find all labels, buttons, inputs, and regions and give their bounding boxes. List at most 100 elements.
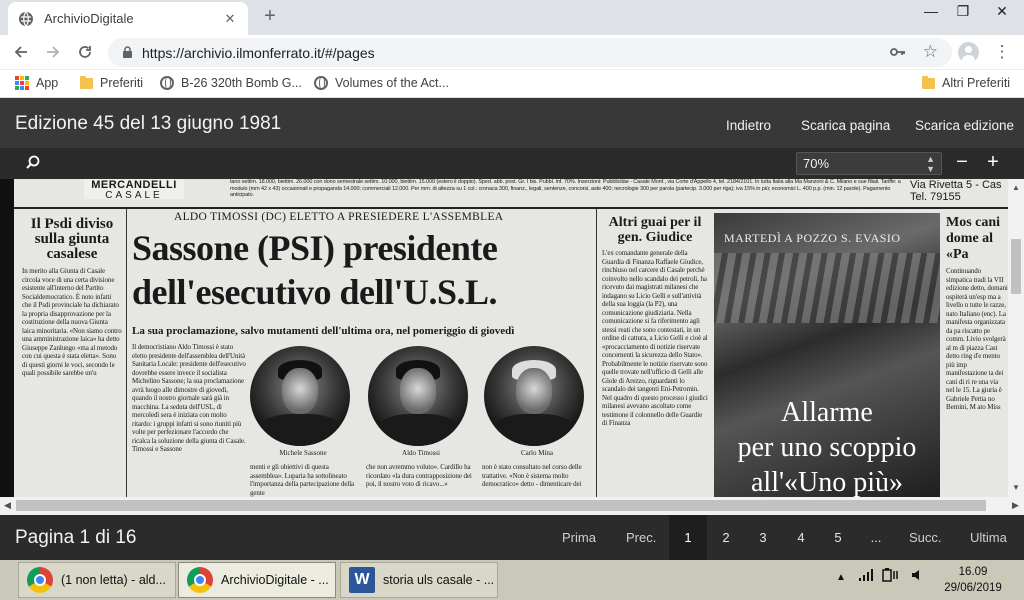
bookmark-b26[interactable]: B-26 320th Bomb G... xyxy=(160,76,302,90)
windows-taskbar: (1 non letta) - ald... ArchivioDigitale … xyxy=(0,560,1024,600)
page-viewport[interactable]: MERCANDELLI CASALE tano settim. 18.000, … xyxy=(0,179,1024,515)
bookmark-label: Altri Preferiti xyxy=(942,76,1011,90)
scrollbar-thumb[interactable] xyxy=(1011,239,1021,294)
far-right-headline: Mos cani dome al «Pa xyxy=(946,215,1001,262)
scroll-up-icon[interactable]: ▲ xyxy=(1012,183,1020,192)
zoom-in-button[interactable]: + xyxy=(981,150,1005,176)
photo-sassone xyxy=(250,346,350,446)
reload-icon[interactable] xyxy=(72,39,98,65)
col-divider xyxy=(596,209,597,497)
left-body: In merito alla Giunta di Casale circola … xyxy=(22,267,122,377)
photo-mina xyxy=(484,346,584,446)
col-divider xyxy=(126,209,127,497)
page-number-4[interactable]: 4 xyxy=(782,515,820,560)
globe-icon xyxy=(19,11,33,26)
bookmark-altri-preferiti[interactable]: Altri Preferiti xyxy=(922,75,1011,90)
page-info: Pagina 1 di 16 xyxy=(15,527,137,548)
page-number-2[interactable]: 2 xyxy=(707,515,745,560)
globe-icon xyxy=(314,76,328,90)
horizontal-scrollbar[interactable]: ◀ ▶ xyxy=(0,497,1024,515)
back-arrow-icon[interactable] xyxy=(8,39,34,65)
lock-icon xyxy=(123,46,132,58)
far-right-article: Mos cani dome al «Pa Continuando simpati… xyxy=(946,215,1008,497)
browser-tab[interactable]: ArchivioDigitale ✕ xyxy=(8,2,248,35)
bookmark-label: B-26 320th Bomb G... xyxy=(181,76,302,90)
minimize-button[interactable]: — xyxy=(913,0,949,22)
ad-right-address: Via Rivetta 5 - Cas xyxy=(910,179,1002,191)
clock-time: 16.09 xyxy=(958,566,988,578)
zoom-out-button[interactable]: − xyxy=(950,150,974,176)
bookmark-volumes[interactable]: Volumes of the Act... xyxy=(314,76,449,90)
page-number-3[interactable]: 3 xyxy=(744,515,782,560)
volume-icon[interactable] xyxy=(910,568,924,585)
scroll-down-icon[interactable]: ▼ xyxy=(1012,483,1020,492)
word-icon: W xyxy=(349,567,375,593)
right-article: Altri guai per il gen. Giudice L'ex coma… xyxy=(602,215,708,497)
ad-mercandelli: MERCANDELLI CASALE xyxy=(84,179,184,199)
apps-grid-icon xyxy=(15,76,29,90)
restore-button[interactable]: ❐ xyxy=(945,0,981,22)
alarm-line2: per uno scoppio xyxy=(737,432,917,463)
photo-caption: MARTEDÌ A POZZO S. EVASIO xyxy=(724,231,901,245)
ad-right: Via Rivetta 5 - Cas Tel. 79155 xyxy=(910,179,1008,205)
taskbar-item-word[interactable]: W storia uls casale - ... xyxy=(340,562,498,598)
viewer-toolbar: 70% ▲ ▼ − + xyxy=(0,148,1024,179)
taskbar-item-chrome-archivio[interactable]: ArchivioDigitale - ... xyxy=(178,562,336,598)
bookmark-preferiti[interactable]: Preferiti xyxy=(80,75,144,90)
explosion-photo: MARTEDÌ A POZZO S. EVASIO Allarme per un… xyxy=(714,213,940,497)
download-edition-link[interactable]: Scarica edizione xyxy=(915,118,1014,133)
right-body: L'ex comandante generale della Guardia d… xyxy=(602,249,708,427)
bookmark-label: Preferiti xyxy=(100,76,144,90)
scroll-right-icon[interactable]: ▶ xyxy=(1012,500,1019,511)
main-body: Il democristiano Aldo Timossi è stato el… xyxy=(132,343,246,453)
left-article: Il Psdi diviso sulla giunta casalese In … xyxy=(22,217,122,497)
subheadline: La sua proclamazione, salvo mutamenti de… xyxy=(132,325,515,337)
key-icon[interactable] xyxy=(890,44,906,60)
battery-icon[interactable] xyxy=(882,568,900,585)
download-page-link[interactable]: Scarica pagina xyxy=(801,118,890,133)
back-link[interactable]: Indietro xyxy=(726,118,771,133)
system-clock[interactable]: 16.09 29/06/2019 xyxy=(938,564,1008,596)
tab-close-icon[interactable]: ✕ xyxy=(222,11,238,27)
vertical-scrollbar[interactable]: ▲ ▼ xyxy=(1008,179,1024,497)
first-page-link[interactable]: Prima xyxy=(562,530,596,545)
alarm-line1: Allarme xyxy=(781,397,873,428)
newspaper-page: MERCANDELLI CASALE tano settim. 18.000, … xyxy=(14,179,1008,497)
page-number-5[interactable]: 5 xyxy=(819,515,857,560)
network-signal-icon[interactable] xyxy=(858,568,874,585)
bookmark-star-icon[interactable]: ☆ xyxy=(923,42,938,62)
caption-sassone: Michele Sassone xyxy=(279,449,327,457)
profile-avatar-icon[interactable] xyxy=(958,42,979,63)
clock-date: 29/06/2019 xyxy=(944,582,1002,594)
bookmarks-bar: App Preferiti B-26 320th Bomb G... Volum… xyxy=(0,70,1024,98)
caption-mina: Carlo Mina xyxy=(520,449,554,457)
main-body-continued-1: menti e gli obiettivi di questa assemble… xyxy=(250,463,355,497)
tray-expand-icon[interactable]: ▲ xyxy=(836,572,846,583)
forward-arrow-icon[interactable] xyxy=(40,39,66,65)
folder-icon xyxy=(80,75,93,89)
new-tab-button[interactable]: + xyxy=(258,5,282,29)
zoom-select[interactable]: 70% ▲ ▼ xyxy=(796,152,942,175)
next-page-link[interactable]: Succ. xyxy=(909,530,942,545)
page-number-1[interactable]: 1 xyxy=(669,515,707,560)
bookmark-app[interactable]: App xyxy=(15,76,58,90)
pagination-bar: Pagina 1 di 16 Prima Prec. 1 2 3 4 5 ...… xyxy=(0,515,1024,560)
taskbar-item-chrome-mail[interactable]: (1 non letta) - ald... xyxy=(18,562,176,598)
url-input[interactable] xyxy=(142,45,862,61)
address-bar[interactable]: ☆ xyxy=(108,38,952,67)
tab-strip: ArchivioDigitale ✕ + — ❐ ✕ xyxy=(0,0,1024,35)
globe-icon xyxy=(160,76,174,90)
far-right-body: Continuando simpatica tradi la VII edizi… xyxy=(946,267,1008,411)
select-arrows-icon: ▲ ▼ xyxy=(926,154,935,174)
scrollbar-thumb[interactable] xyxy=(16,500,986,511)
page-ellipsis[interactable]: ... xyxy=(857,515,895,560)
prev-page-link[interactable]: Prec. xyxy=(626,530,656,545)
chrome-menu-icon[interactable]: ⋮ xyxy=(992,40,1012,64)
chrome-icon xyxy=(27,567,53,593)
scroll-left-icon[interactable]: ◀ xyxy=(4,500,11,511)
bookmark-label: Volumes of the Act... xyxy=(335,76,449,90)
search-icon[interactable] xyxy=(26,155,40,174)
left-headline: Il Psdi diviso sulla giunta casalese xyxy=(30,217,114,262)
close-window-button[interactable]: ✕ xyxy=(984,0,1020,22)
last-page-link[interactable]: Ultima xyxy=(970,530,1007,545)
